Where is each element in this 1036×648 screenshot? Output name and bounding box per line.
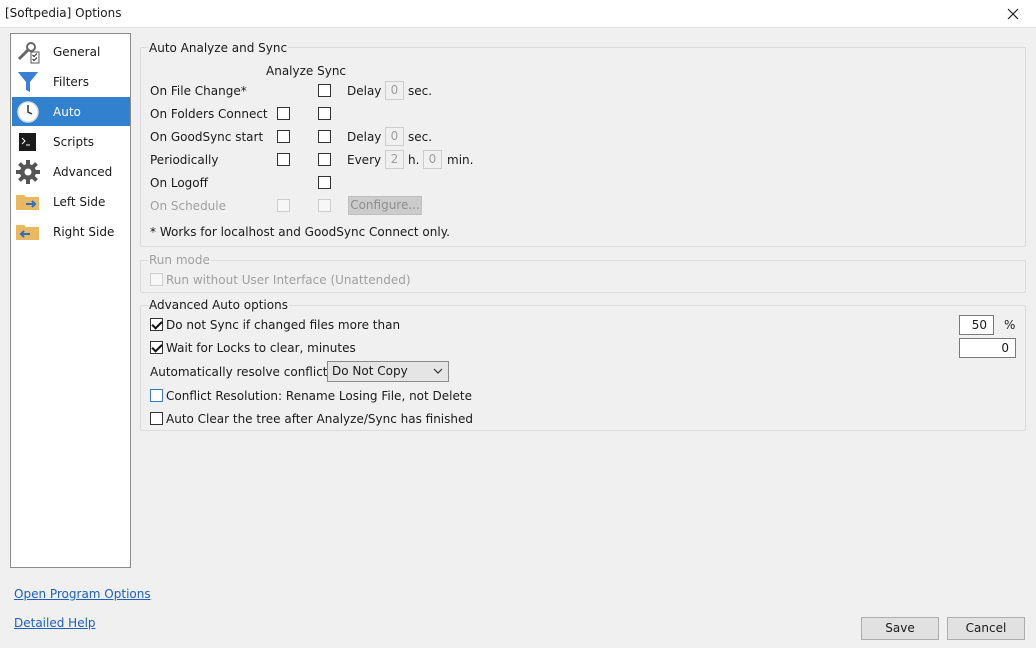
periodically-analyze-checkbox[interactable] — [277, 153, 290, 166]
chevron-down-icon — [433, 362, 443, 387]
periodically-sync-checkbox[interactable] — [318, 153, 331, 166]
folder-arrow-right-icon — [15, 189, 41, 215]
sidebar-item-scripts[interactable]: Scripts — [12, 127, 130, 156]
window-title: [Softpedia] Options — [5, 6, 122, 20]
minutes-unit: min. — [447, 153, 474, 167]
sidebar-item-advanced[interactable]: Advanced — [12, 157, 130, 186]
column-headers: Analyze Sync — [266, 64, 347, 78]
detailed-help-link[interactable]: Detailed Help — [14, 616, 96, 630]
on-file-change-sync-checkbox[interactable] — [318, 84, 331, 97]
cancel-button[interactable]: Cancel — [947, 617, 1025, 640]
run-unattended-label: Run without User Interface (Unattended) — [166, 273, 411, 287]
terminal-icon — [15, 129, 41, 155]
configure-button[interactable]: Configure... — [348, 196, 422, 215]
wait-locks-label: Wait for Locks to clear, minutes — [166, 341, 356, 355]
on-logoff-label: On Logoff — [150, 176, 208, 190]
auto-clear-tree-checkbox[interactable] — [150, 412, 163, 425]
resolve-conflicts-value: Do Not Copy — [332, 364, 408, 378]
start-delay-input[interactable]: 0 — [385, 127, 404, 146]
on-folders-connect-sync-checkbox[interactable] — [318, 107, 331, 120]
on-goodsync-start-sync-checkbox[interactable] — [318, 130, 331, 143]
run-mode-title: Run mode — [148, 253, 211, 267]
folder-arrow-left-icon — [15, 219, 41, 245]
on-schedule-analyze-checkbox[interactable] — [277, 199, 290, 212]
resolve-conflicts-select[interactable]: Do Not Copy — [327, 361, 449, 382]
sidebar-item-label: General — [53, 44, 101, 59]
close-button[interactable] — [990, 0, 1036, 28]
sidebar-item-filters[interactable]: Filters — [12, 67, 130, 96]
rename-losing-file-label: Conflict Resolution: Rename Losing File,… — [166, 389, 472, 403]
hours-unit: h. — [408, 153, 420, 167]
open-program-options-link[interactable]: Open Program Options — [14, 587, 151, 601]
on-folders-connect-label: On Folders Connect — [150, 107, 268, 121]
delay-label: Delay — [347, 130, 382, 144]
file-change-delay-input[interactable]: 0 — [385, 81, 404, 100]
sidebar-item-label: Scripts — [53, 134, 95, 149]
sec-unit: sec. — [408, 130, 433, 144]
wrench-checklist-icon — [15, 39, 41, 65]
footnote: * Works for localhost and GoodSync Conne… — [150, 225, 450, 239]
sidebar-item-label: Filters — [53, 74, 89, 89]
on-goodsync-start-label: On GoodSync start — [150, 130, 264, 144]
delay-label: Delay — [347, 84, 382, 98]
hours-input[interactable]: 2 — [385, 150, 404, 169]
on-goodsync-start-analyze-checkbox[interactable] — [277, 130, 290, 143]
sidebar-item-general[interactable]: General — [12, 37, 130, 66]
sidebar-item-label: Advanced — [53, 164, 113, 179]
clock-icon — [15, 99, 41, 125]
periodically-label: Periodically — [150, 153, 219, 167]
resolve-conflicts-label: Automatically resolve conflicts — [150, 365, 334, 379]
advanced-auto-title: Advanced Auto options — [148, 298, 289, 312]
no-sync-threshold-label: Do not Sync if changed files more than — [166, 318, 401, 332]
auto-analyze-sync-title: Auto Analyze and Sync — [148, 41, 289, 55]
rename-losing-file-checkbox[interactable] — [150, 389, 163, 402]
category-list[interactable]: General Filters Auto Scripts Advanced Le… — [10, 33, 131, 568]
on-folders-connect-analyze-checkbox[interactable] — [277, 107, 290, 120]
no-sync-threshold-input[interactable]: 50 — [959, 315, 994, 335]
funnel-icon — [15, 69, 41, 95]
title-bar: [Softpedia] Options — [0, 0, 1036, 28]
on-schedule-sync-checkbox[interactable] — [318, 199, 331, 212]
close-icon — [1007, 8, 1019, 20]
sidebar-item-label: Left Side — [53, 194, 106, 209]
run-unattended-checkbox[interactable] — [150, 273, 163, 286]
sec-unit: sec. — [408, 84, 433, 98]
every-label: Every — [347, 153, 382, 167]
percent-unit: % — [1004, 318, 1016, 332]
no-sync-threshold-checkbox[interactable] — [150, 318, 163, 331]
save-button[interactable]: Save — [861, 617, 939, 640]
sidebar-item-label: Auto — [53, 104, 81, 119]
gear-icon — [15, 159, 41, 185]
sidebar-item-left-side[interactable]: Left Side — [12, 187, 130, 216]
on-schedule-label: On Schedule — [150, 199, 227, 213]
minutes-input[interactable]: 0 — [423, 150, 442, 169]
on-logoff-sync-checkbox[interactable] — [318, 176, 331, 189]
wait-locks-input[interactable]: 0 — [959, 338, 1016, 358]
auto-clear-tree-label: Auto Clear the tree after Analyze/Sync h… — [166, 412, 473, 426]
sidebar-item-right-side[interactable]: Right Side — [12, 217, 130, 246]
sidebar-item-auto[interactable]: Auto — [12, 97, 130, 126]
wait-locks-checkbox[interactable] — [150, 341, 163, 354]
sidebar-item-label: Right Side — [53, 224, 115, 239]
on-file-change-label: On File Change* — [150, 84, 247, 98]
